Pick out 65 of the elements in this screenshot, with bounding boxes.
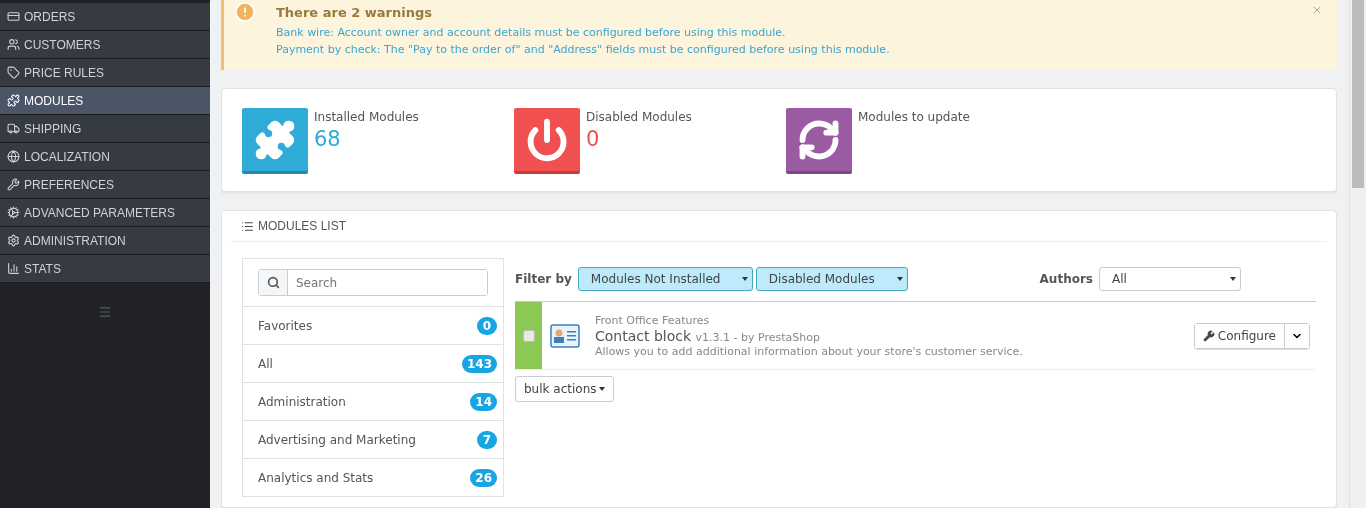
count-badge: 0 [477, 316, 497, 335]
bulk-actions-button[interactable]: bulk actions [515, 376, 614, 402]
category-item[interactable]: Favorites 0 [243, 307, 503, 345]
card-icon [7, 10, 20, 23]
search-field[interactable]: Search [258, 269, 488, 296]
gears-icon [7, 206, 20, 219]
sidebar-item[interactable]: SHIPPING [0, 115, 210, 143]
sidebar-item[interactable]: PREFERENCES [0, 171, 210, 199]
sidebar-item[interactable]: PRICE RULES [0, 59, 210, 87]
truck-icon [7, 122, 20, 135]
count-badge: 143 [461, 354, 497, 373]
globe-icon [7, 150, 20, 163]
stat-label: Installed Modules [314, 110, 419, 124]
count-badge: 26 [470, 468, 497, 487]
bar-chart-icon [7, 262, 20, 275]
sidebar-item[interactable]: ORDERS [0, 3, 210, 31]
category-item[interactable]: Analytics and Stats 26 [243, 459, 503, 497]
stat-label: Disabled Modules [586, 110, 692, 124]
puzzle-icon [7, 94, 20, 107]
category-label: All [258, 356, 273, 371]
sidebar-item[interactable]: CUSTOMERS [0, 31, 210, 59]
users-icon [7, 38, 20, 51]
warning-icon [234, 1, 256, 23]
scrollbar[interactable] [1349, 0, 1366, 508]
tag-icon [7, 66, 20, 79]
category-label: Favorites [258, 318, 313, 333]
contact-card-icon [550, 323, 580, 348]
category-item[interactable]: Advertising and Marketing 7 [243, 421, 503, 459]
authors-label: Authors [1039, 272, 1093, 286]
category-label: Administration [258, 394, 346, 409]
sidebar-item[interactable]: STATS [0, 255, 210, 283]
authors-select[interactable]: All [1099, 267, 1241, 291]
search-icon[interactable] [266, 276, 280, 289]
module-category: Front Office Features [595, 313, 711, 327]
sidebar-item[interactable]: MODULES [0, 87, 210, 115]
filter-label: Filter by [515, 272, 572, 286]
sidebar-item[interactable]: ADMINISTRATION [0, 227, 210, 255]
filter-select[interactable]: Disabled Modules [755, 267, 908, 291]
warning-message: Payment by check: The "Pay to the order of" and "Address" fields must be configured before using this module. [275, 42, 891, 58]
stat-value: 68 [314, 127, 342, 151]
list-icon [241, 219, 254, 233]
dropdown-button[interactable] [1284, 323, 1309, 348]
power-icon [525, 117, 569, 162]
stat-value: 0 [586, 127, 601, 151]
category-label: Analytics and Stats [258, 470, 374, 485]
category-label: Advertising and Marketing [258, 432, 416, 447]
menu-icon[interactable] [98, 305, 112, 319]
category-item[interactable]: Administration 14 [243, 383, 503, 421]
wrench-icon [1202, 329, 1215, 342]
sidebar-item[interactable]: ADVANCED PARAMETERS [0, 199, 210, 227]
panel-title: MODULES LIST [258, 219, 347, 233]
close-icon[interactable] [1311, 4, 1323, 16]
wrench-icon [7, 178, 20, 191]
stat-label: Modules to update [858, 110, 970, 124]
category-item[interactable]: All 143 [243, 345, 503, 383]
warning-message: Bank wire: Account owner and account details must be configured before using this module. [275, 25, 787, 41]
count-badge: 14 [470, 392, 497, 411]
module-checkbox[interactable] [522, 329, 535, 342]
gear-icon [7, 234, 20, 247]
module-description: Allows you to add additional information about your store's customer service. [595, 344, 1024, 358]
count-badge: 7 [477, 430, 497, 449]
module-name: Contact block v1.3.1 - by PrestaShop [595, 327, 821, 344]
sidebar-item[interactable]: LOCALIZATION [0, 143, 210, 171]
warning-title: There are 2 warnings [275, 4, 432, 22]
filter-select[interactable]: Modules Not Installed [577, 267, 753, 291]
